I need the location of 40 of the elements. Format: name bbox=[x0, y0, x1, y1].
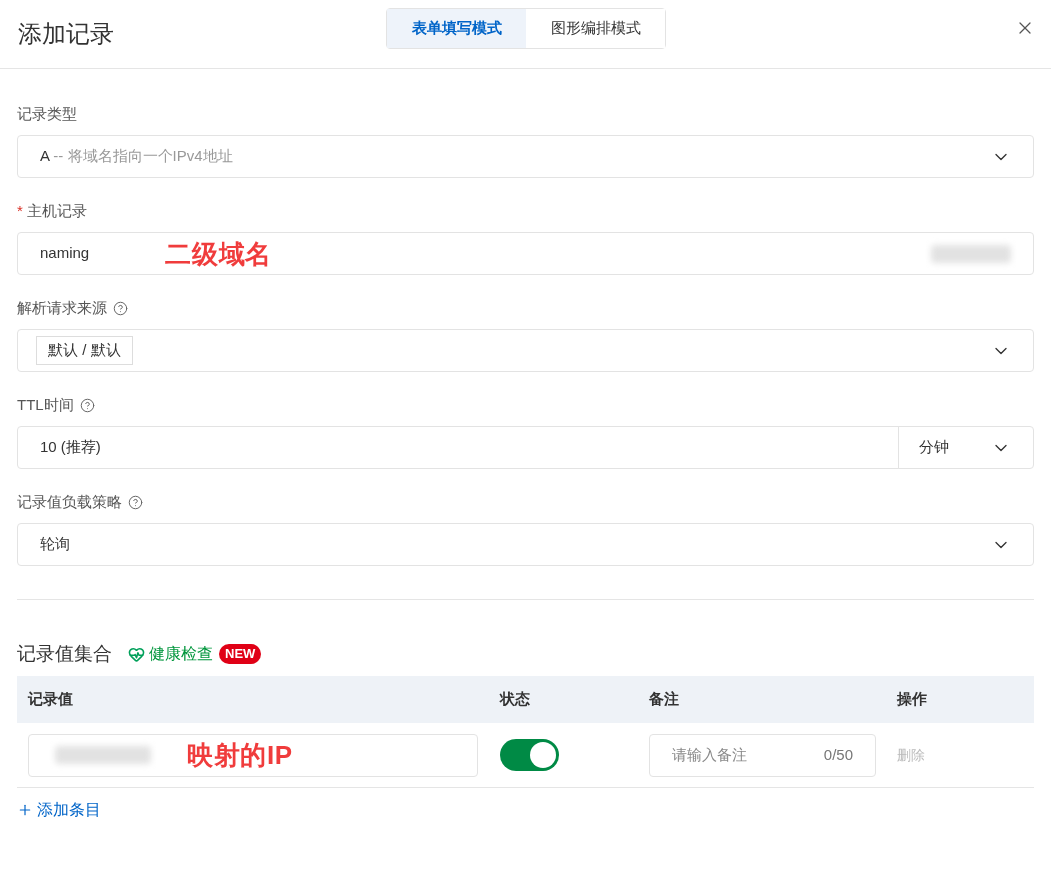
column-header: 记录值 bbox=[26, 689, 74, 710]
select-field[interactable]: A -- 将域名指向一个IPv4地址 bbox=[17, 135, 1034, 178]
section-title: 记录值集合 bbox=[17, 641, 112, 666]
field-label: 记录值负载策略 bbox=[17, 491, 122, 512]
add-item-link[interactable]: 添加条目 bbox=[37, 798, 101, 822]
column-header: 操作 bbox=[897, 689, 928, 710]
heart-pulse-icon bbox=[128, 645, 145, 663]
input-value: naming bbox=[40, 243, 90, 264]
field-label: 主机记录 bbox=[26, 200, 87, 221]
help-icon[interactable] bbox=[113, 300, 128, 316]
new-badge: NEW bbox=[219, 644, 262, 664]
plus-icon bbox=[17, 802, 33, 818]
tag: 默认 / 默认 bbox=[36, 336, 133, 365]
help-icon[interactable] bbox=[79, 397, 95, 413]
help-icon[interactable] bbox=[128, 494, 143, 510]
unit-value: 分钟 bbox=[919, 437, 949, 458]
health-check-link[interactable]: 健康检查 bbox=[149, 642, 213, 666]
field-label: 记录类型 bbox=[17, 103, 77, 124]
select-value: A -- 将域名指向一个IPv4地址 bbox=[40, 146, 233, 167]
dialog-title: 添加记录 bbox=[18, 19, 114, 49]
input-value: 10 (推荐) bbox=[40, 437, 101, 458]
char-count: 0/50 bbox=[823, 744, 853, 765]
field-label: 解析请求来源 bbox=[17, 297, 107, 318]
select-field[interactable]: 默认 / 默认 bbox=[17, 329, 1034, 372]
note-placeholder: 请输入备注 bbox=[672, 744, 747, 765]
annotation-text: 映射的IP bbox=[187, 742, 293, 768]
status-toggle[interactable] bbox=[500, 739, 559, 771]
column-header: 备注 bbox=[649, 689, 680, 710]
input-field[interactable]: 10 (推荐) bbox=[17, 426, 899, 469]
annotation-text: 二级域名 bbox=[165, 240, 272, 267]
record-value-field[interactable]: 映射的IP bbox=[28, 733, 478, 777]
note-field[interactable]: 请输入备注 0/50 bbox=[649, 733, 876, 777]
column-header: 状态 bbox=[500, 689, 531, 710]
field-label: TTL时间 bbox=[17, 394, 74, 415]
mode-tab[interactable]: 表单填写模式 bbox=[387, 9, 526, 48]
input-field[interactable]: naming 二级域名 bbox=[17, 232, 1034, 275]
select-field[interactable]: 轮询 bbox=[17, 523, 1034, 566]
required-mark: * bbox=[17, 200, 23, 221]
unit-select[interactable]: 分钟 bbox=[898, 426, 1034, 469]
select-value: 轮询 bbox=[40, 534, 70, 555]
